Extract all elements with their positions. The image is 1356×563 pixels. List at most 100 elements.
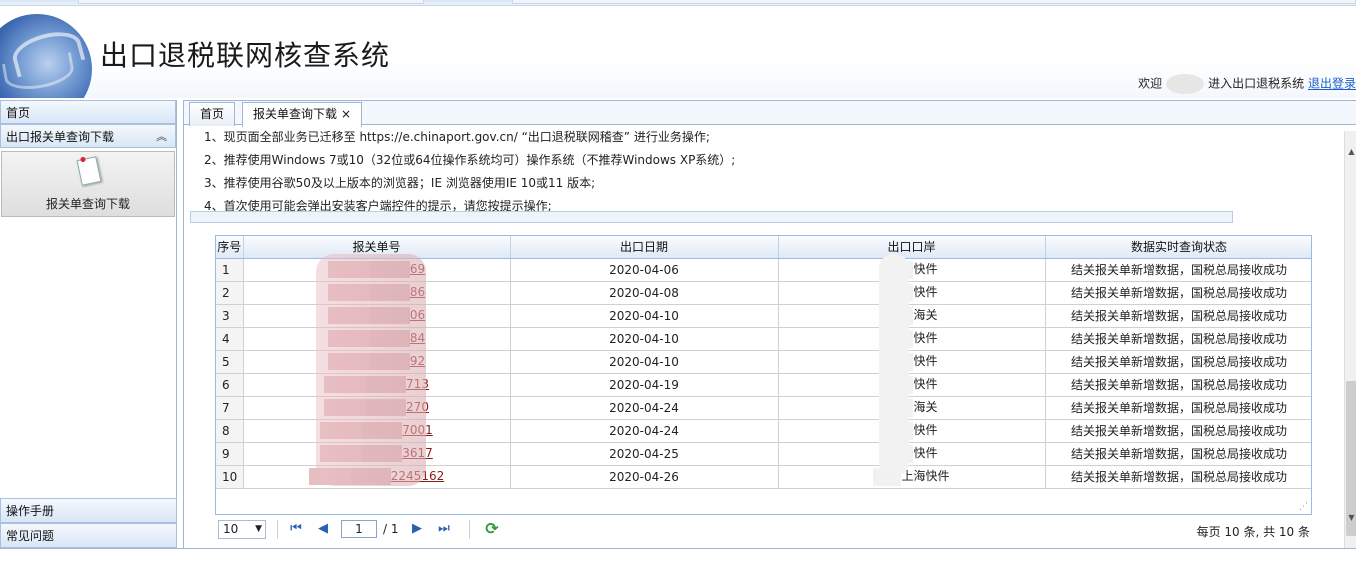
table-row[interactable]: 2 86 2020-04-08 快件 结关报关单新增数据，国税总局接收成功 xyxy=(216,281,1311,305)
sidebar-section-declaration[interactable]: 出口报关单查询下载 ︽ xyxy=(0,124,176,148)
row-number: 7 xyxy=(216,396,244,420)
tab-bar: 首页 报关单查询下载 × xyxy=(184,101,1356,127)
sidebar-section-faq[interactable]: 常见问题 xyxy=(0,523,177,548)
export-date-cell: 2020-04-10 xyxy=(510,304,779,328)
redaction-block xyxy=(320,445,363,462)
redaction-block xyxy=(324,376,367,393)
column-header-no[interactable]: 序号 xyxy=(216,236,244,259)
declaration-id-link[interactable]: 270 xyxy=(406,400,429,414)
scroll-down-icon[interactable]: ▼ xyxy=(1347,513,1356,523)
redaction-block xyxy=(308,468,351,485)
last-page-icon[interactable]: ⏭ xyxy=(436,521,452,537)
sidebar-section-manual[interactable]: 操作手册 xyxy=(0,498,177,523)
table-row[interactable]: 6 713 2020-04-19 快件 结关报关单新增数据，国税总局接收成功 xyxy=(216,373,1311,397)
redaction-block xyxy=(885,329,914,348)
status-cell: 结关报关单新增数据，国税总局接收成功 xyxy=(1045,373,1311,397)
browser-tab-segment xyxy=(512,0,1356,4)
sidebar-section-label: 操作手册 xyxy=(6,504,55,518)
table-row[interactable]: 5 92 2020-04-10 快件 结关报关单新增数据，国税总局接收成功 xyxy=(216,350,1311,374)
sidebar-section-home[interactable]: 首页 xyxy=(0,100,176,124)
page-size-select[interactable]: 10 ▼ xyxy=(218,520,266,539)
table-row[interactable]: 10 2245162 2020-04-26 上海快件 结关报关单新增数据，国税总局接收成… xyxy=(216,465,1311,489)
declaration-id-link[interactable]: 713 xyxy=(406,377,429,391)
export-port-text: 快件 xyxy=(913,262,938,277)
close-icon[interactable]: × xyxy=(341,107,351,121)
column-header-export-date[interactable]: 出口日期 xyxy=(510,236,779,259)
sidebar-item-declaration-query[interactable]: 报关单查询下载 xyxy=(1,151,175,217)
row-number: 4 xyxy=(216,327,244,351)
tab-declaration-query[interactable]: 报关单查询下载 × xyxy=(242,102,363,127)
declaration-id-link[interactable]: 84 xyxy=(410,331,425,345)
export-date-cell: 2020-04-25 xyxy=(510,442,779,466)
declaration-id-head[interactable]: 22 xyxy=(391,469,406,483)
table-row[interactable]: 4 84 2020-04-10 快件 结关报关单新增数据，国税总局接收成功 xyxy=(216,327,1311,351)
logo-icon xyxy=(0,14,92,98)
declaration-id-link[interactable]: 92 xyxy=(410,354,425,368)
redaction-block xyxy=(369,353,410,370)
pagination-bar: 10 ▼ ⏮ ◀ 1 / 1 ▶ ⏭ ⟳ 每页 10 条, 共 10 条 xyxy=(215,517,1312,545)
declaration-id-cell: 92 xyxy=(243,350,511,374)
redaction-block xyxy=(885,375,914,394)
export-port-text: 快件 xyxy=(913,354,938,369)
export-port-cell: 快件 xyxy=(778,258,1046,282)
row-number: 3 xyxy=(216,304,244,328)
export-port-cell: 快件 xyxy=(778,327,1046,351)
export-date-cell: 2020-04-06 xyxy=(510,258,779,282)
export-date-cell: 2020-04-24 xyxy=(510,419,779,443)
export-port-cell: 海关 xyxy=(778,396,1046,420)
sidebar-item-label: 报关单查询下载 xyxy=(45,197,130,211)
export-port-cell: 海关 xyxy=(778,304,1046,328)
tab-home[interactable]: 首页 xyxy=(189,102,236,126)
declaration-id-cell: 86 xyxy=(243,281,511,305)
redaction-block xyxy=(366,399,407,416)
double-chevron-up-icon[interactable]: ︽ xyxy=(156,125,167,149)
declaration-id-link[interactable]: 06 xyxy=(410,308,425,322)
redaction-block xyxy=(885,352,914,371)
declaration-id-cell: 69 xyxy=(243,258,511,282)
export-date-cell: 2020-04-10 xyxy=(510,327,779,351)
export-port-cell: 快件 xyxy=(778,350,1046,374)
export-port-text: 海关 xyxy=(913,308,938,323)
declaration-id-cell: 270 xyxy=(243,396,511,420)
declaration-id-link[interactable]: 7001 xyxy=(402,423,433,437)
table-row[interactable]: 3 06 2020-04-10 海关 结关报关单新增数据，国税总局接收成功 xyxy=(216,304,1311,328)
first-page-icon[interactable]: ⏮ xyxy=(288,521,304,537)
table-row[interactable]: 7 270 2020-04-24 海关 结关报关单新增数据，国税总局接收成功 xyxy=(216,396,1311,420)
vertical-scrollbar[interactable]: ▲ ▼ xyxy=(1344,131,1356,549)
logout-link[interactable]: 退出登录 xyxy=(1308,77,1356,91)
table-row[interactable]: 8 7001 2020-04-24 快件 结关报关单新增数据，国税总局接收成功 xyxy=(216,419,1311,443)
column-header-declaration-id[interactable]: 报关单号 xyxy=(243,236,511,259)
redaction-block xyxy=(369,330,410,347)
app-title: 出口退税联网核查系统 xyxy=(100,39,391,72)
declaration-id-link[interactable]: 69 xyxy=(410,262,425,276)
page-number-input[interactable]: 1 xyxy=(341,520,377,538)
export-port-cell: 快件 xyxy=(778,419,1046,443)
status-cell: 结关报关单新增数据，国税总局接收成功 xyxy=(1045,396,1311,420)
sidebar-bottom-sections: 操作手册 常见问题 xyxy=(0,498,177,548)
declaration-id-link[interactable]: 3617 xyxy=(402,446,433,460)
export-port-cell: 快件 xyxy=(778,281,1046,305)
browser-tab-segment xyxy=(78,0,424,4)
next-page-icon[interactable]: ▶ xyxy=(409,521,425,537)
redaction-block xyxy=(327,261,370,278)
redaction-block xyxy=(350,468,391,485)
redaction-block xyxy=(369,261,410,278)
declaration-id-link[interactable]: 86 xyxy=(410,285,425,299)
divider xyxy=(277,520,278,539)
declaration-id-link[interactable]: 45162 xyxy=(406,469,444,483)
row-number: 6 xyxy=(216,373,244,397)
declaration-id-cell: 06 xyxy=(243,304,511,328)
export-date-cell: 2020-04-19 xyxy=(510,373,779,397)
app-header: 出口退税联网核查系统 欢迎 进入出口退税系统 退出登录 xyxy=(0,6,1356,98)
export-port-text: 快件 xyxy=(913,377,938,392)
scroll-up-icon[interactable]: ▲ xyxy=(1347,147,1356,157)
refresh-icon[interactable]: ⟳ xyxy=(483,520,501,538)
table-row[interactable]: 1 69 2020-04-06 快件 结关报关单新增数据，国税总局接收成功 xyxy=(216,258,1311,282)
total-pages: / 1 xyxy=(383,522,399,536)
resize-grip-icon[interactable]: ⋰ xyxy=(1299,502,1308,512)
table-row[interactable]: 9 3617 2020-04-25 快件 结关报关单新增数据，国税总局接收成功 xyxy=(216,442,1311,466)
main-panel: 首页 报关单查询下载 × 1、现页面全部业务已迁移至 https://e.chin… xyxy=(183,100,1356,549)
column-header-status[interactable]: 数据实时查询状态 xyxy=(1045,236,1311,259)
column-header-export-port[interactable]: 出口口岸 xyxy=(778,236,1046,259)
prev-page-icon[interactable]: ◀ xyxy=(315,521,331,537)
